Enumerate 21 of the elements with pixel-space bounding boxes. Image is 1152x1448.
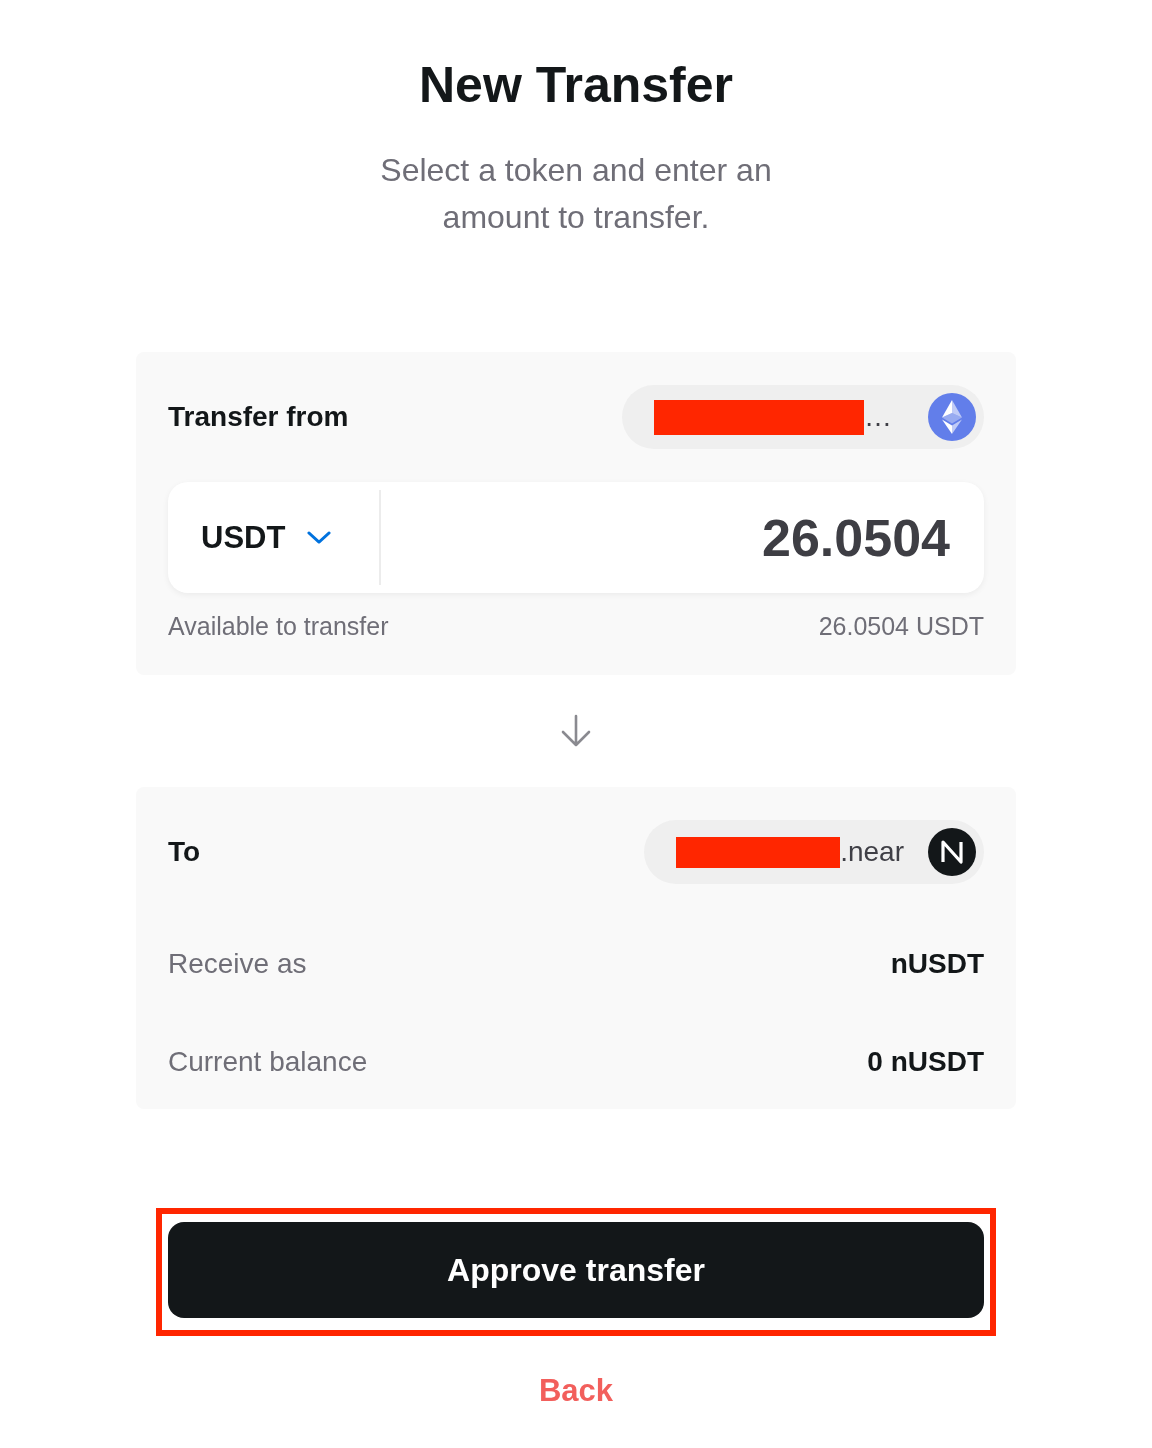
- detail-value: 0 nUSDT: [867, 1046, 984, 1078]
- transfer-to-label: To: [168, 836, 201, 868]
- diamond-logo-icon: [928, 393, 976, 441]
- n-logo-icon: [928, 828, 976, 876]
- account-address: …: [864, 400, 892, 434]
- chevron-down-icon: [307, 531, 332, 544]
- available-value: 26.0504 USDT: [818, 612, 984, 640]
- account-address: .near: [840, 835, 904, 869]
- approve-transfer-button[interactable]: Approve transfer: [168, 1222, 984, 1318]
- detail-label: Receive as: [168, 948, 307, 980]
- account-chip[interactable]: .near: [644, 820, 984, 884]
- transfer-from-label: Transfer from: [168, 401, 349, 433]
- detail-label: Current balance: [168, 1046, 368, 1078]
- arrow-down-icon: [559, 714, 593, 748]
- token-select[interactable]: USDT: [168, 482, 379, 593]
- page-title: New Transfer: [419, 57, 733, 113]
- available-label: Available to transfer: [168, 612, 389, 640]
- page-subtitle: Select a token and enter an amount to transfer.: [379, 151, 773, 237]
- amount-field[interactable]: 26.0504: [381, 482, 984, 593]
- detail-value: nUSDT: [890, 948, 984, 980]
- account-chip[interactable]: …: [622, 385, 984, 449]
